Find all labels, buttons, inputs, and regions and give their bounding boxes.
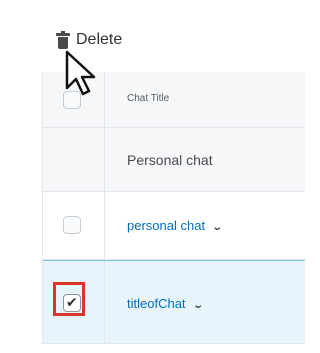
- chat-title-label[interactable]: personal chat: [127, 218, 205, 233]
- chevron-down-icon[interactable]: ⌄: [192, 300, 204, 311]
- row-select-cell: [43, 192, 105, 259]
- chat-title-label[interactable]: titleofChat: [127, 296, 186, 311]
- chat-table: Chat Title Personal chat personal chat ⌄ …: [42, 72, 305, 344]
- select-all-cell: [43, 72, 105, 127]
- chat-title-column-header[interactable]: Chat Title: [127, 93, 169, 104]
- highlight-box: [53, 282, 85, 316]
- delete-label: Delete: [76, 31, 123, 48]
- trash-icon: [56, 31, 70, 49]
- delete-button[interactable]: Delete: [56, 28, 122, 52]
- table-header-row: Chat Title: [43, 72, 305, 128]
- row-select-cell: ✔: [43, 261, 105, 343]
- table-row-selected: ✔ titleofChat ⌄: [43, 260, 305, 344]
- chat-title-text: Personal chat: [127, 152, 213, 168]
- row-select-cell: [43, 128, 105, 191]
- chat-title-link[interactable]: personal chat ⌄: [127, 218, 223, 233]
- toolbar: Delete: [0, 0, 302, 72]
- select-all-checkbox[interactable]: [63, 91, 81, 109]
- table-row: Personal chat: [43, 128, 305, 192]
- chat-title-link[interactable]: titleofChat ⌄: [127, 296, 204, 311]
- chevron-down-icon[interactable]: ⌄: [211, 222, 223, 233]
- table-row: personal chat ⌄: [43, 192, 305, 260]
- row-checkbox[interactable]: [63, 216, 81, 234]
